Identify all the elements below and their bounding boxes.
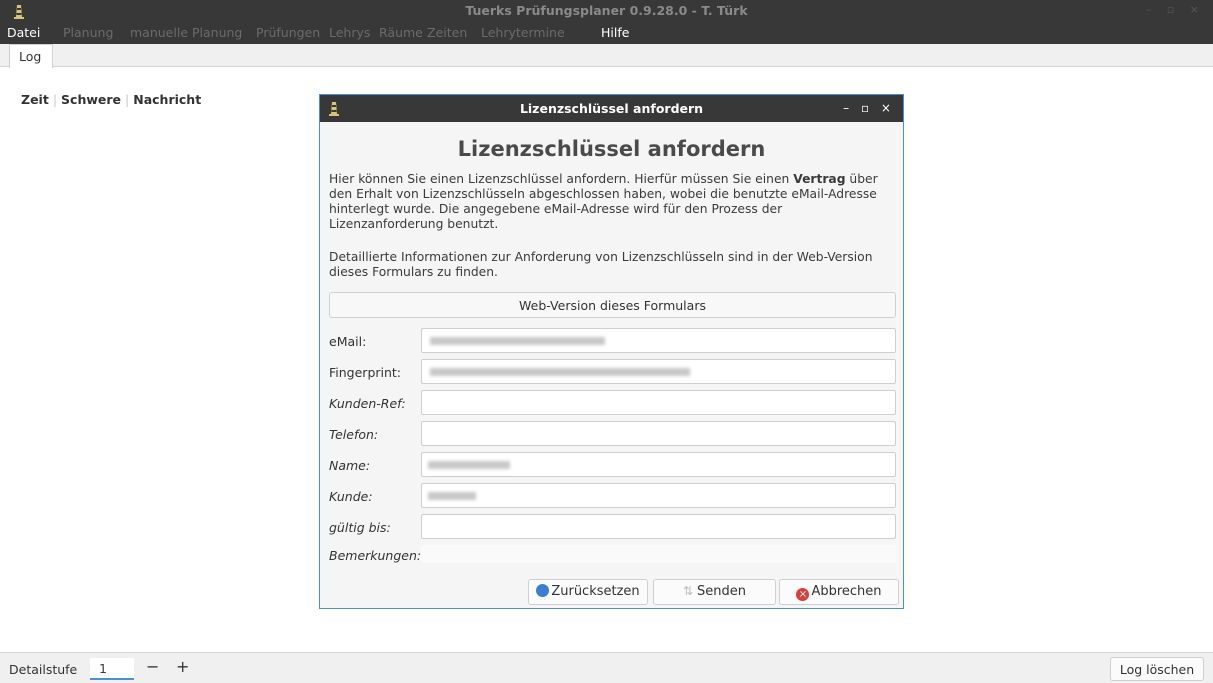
web-version-button[interactable]: Web-Version dieses Formulars [329, 292, 896, 318]
fingerprint-redacted [430, 368, 690, 376]
telefon-label: Telefon: [329, 427, 379, 442]
send-icon: ⇅ [682, 584, 694, 598]
telefon-field[interactable] [421, 421, 896, 446]
menu-lehrytermine[interactable]: Lehrytermine [481, 25, 565, 40]
menubar: Datei Planung manuelle Planung Prüfungen… [0, 22, 1213, 44]
fingerprint-field[interactable] [421, 359, 896, 384]
tab-log[interactable]: Log [9, 44, 53, 68]
menu-manuelle-planung[interactable]: manuelle Planung [130, 25, 242, 40]
column-zeit[interactable]: Zeit [21, 92, 49, 107]
menu-raeume[interactable]: Räume [379, 25, 423, 40]
kunde-label: Kunde: [329, 489, 373, 504]
name-field[interactable] [421, 452, 896, 477]
license-request-dialog: Lizenzschlüssel anfordern – ▫ × Lizenzsc… [319, 94, 904, 609]
send-button[interactable]: ⇅ Senden [653, 579, 776, 605]
window-title: Tuerks Prüfungsplaner 0.9.28.0 - T. Türk [465, 3, 748, 18]
bemerkungen-field[interactable] [421, 545, 896, 563]
column-schwere[interactable]: Schwere [61, 92, 121, 107]
window-controls[interactable]: – ▫ × [1146, 3, 1205, 16]
fingerprint-label: Fingerprint: [329, 365, 402, 380]
log-clear-button[interactable]: Log löschen [1110, 657, 1204, 681]
dialog-controls[interactable]: – ▫ × [843, 101, 895, 115]
menu-zeiten[interactable]: Zeiten [427, 25, 467, 40]
name-label: Name: [329, 458, 371, 473]
detail-increase-button[interactable]: + [176, 657, 189, 676]
gueltig-bis-label: gültig bis: [329, 520, 391, 535]
window-titlebar: Tuerks Prüfungsplaner 0.9.28.0 - T. Türk… [0, 0, 1213, 22]
cancel-button[interactable]: × Abbrechen [779, 579, 899, 605]
kunden-ref-field[interactable] [421, 390, 896, 415]
kunde-field[interactable] [421, 483, 896, 508]
dialog-info-paragraph: Detaillierte Informationen zur Anforderu… [329, 250, 873, 279]
log-table-header: Zeit | Schwere | Nachricht [21, 92, 202, 107]
reset-icon [536, 584, 550, 597]
reset-button[interactable]: Zurücksetzen [528, 579, 648, 605]
gueltig-bis-field[interactable] [421, 514, 896, 539]
email-field[interactable] [421, 328, 896, 353]
cancel-icon: × [796, 588, 810, 601]
bottom-bar: Detailstufe 1 − + Log löschen [0, 652, 1213, 683]
menu-datei[interactable]: Datei [7, 25, 40, 40]
detail-level-label: Detailstufe [9, 662, 78, 677]
dialog-title: Lizenzschlüssel anfordern [519, 101, 704, 116]
detail-level-input[interactable]: 1 [90, 658, 134, 680]
email-redacted [430, 337, 605, 345]
kunde-redacted [428, 492, 476, 500]
menu-planung[interactable]: Planung [63, 25, 113, 40]
dialog-titlebar: Lizenzschlüssel anfordern – ▫ × [320, 95, 903, 122]
dialog-heading: Lizenzschlüssel anfordern [457, 137, 766, 161]
menu-hilfe[interactable]: Hilfe [601, 25, 629, 40]
menu-pruefungen[interactable]: Prüfungen [256, 25, 320, 40]
detail-decrease-button[interactable]: − [146, 657, 159, 676]
bemerkungen-label: Bemerkungen: [329, 548, 422, 563]
column-nachricht[interactable]: Nachricht [133, 92, 201, 107]
tab-bar [0, 44, 1213, 67]
menu-lehrys[interactable]: Lehrys [329, 25, 370, 40]
kunden-ref-label: Kunden-Ref: [329, 396, 406, 411]
name-redacted [428, 461, 510, 469]
contract-bold-text: Vertrag [793, 172, 846, 186]
email-label: eMail: [329, 334, 367, 349]
dialog-intro-paragraph: Hier können Sie einen Lizenzschlüssel an… [329, 172, 878, 231]
